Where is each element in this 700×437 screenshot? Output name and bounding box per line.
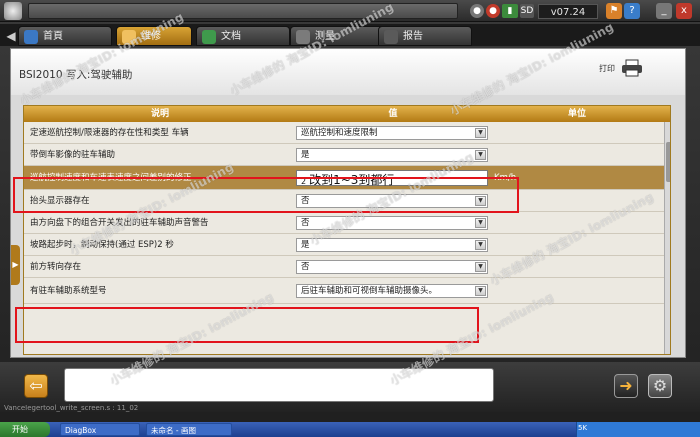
tab-label: 首頁 [43,31,63,42]
side-panel-toggle[interactable]: ▶ [11,245,20,285]
task-paint[interactable]: 未命名 - 画图 [146,423,232,436]
top-bar: ● ● ▮ SD v07.24 ⚑ ? _ x [0,0,700,22]
select-value: 否 [301,262,310,272]
print-label: 打印 [599,64,615,73]
value-select[interactable]: 是 ▼ [296,148,488,162]
table-row: 带倒车影像的驻车辅助 是 ▼ [24,144,664,166]
close-button[interactable]: x [676,3,692,19]
value-select[interactable]: 巡航控制和速度限制 ▼ [296,126,488,140]
help-icon[interactable]: ? [624,3,640,19]
tab-repair[interactable]: 维修 [116,26,192,46]
chevron-down-icon[interactable]: ▼ [475,240,486,250]
next-button[interactable]: ➜ [614,374,638,398]
chevron-down-icon[interactable]: ▼ [475,218,486,228]
select-value: 后驻车辅助和可视倒车辅助摄像头。 [301,286,438,296]
page-header: BSI2010 写入:驾驶辅助 打印 [11,49,685,95]
version-label: v07.24 [538,4,598,19]
header-unit: 单位 [567,109,586,119]
table-row: 有驻车辅助系统型号 后驻车辅助和可视倒车辅助摄像头。 ▼ [24,278,664,304]
record-icon[interactable]: ● [486,4,500,18]
select-value: 巡航控制和速度限制 [301,128,378,138]
scroll-thumb[interactable] [666,142,670,182]
sd-icon: SD [520,4,534,18]
tab-label: 报告 [403,31,423,42]
home-icon [24,30,38,44]
page-title: BSI2010 写入:驾驶辅助 [19,69,133,81]
windows-taskbar: 开始 DiagBox 未命名 - 画图 5K [0,422,700,437]
tab-label: 维修 [141,31,161,42]
tab-label: 文档 [221,31,241,42]
table-scrollbar[interactable] [664,122,670,354]
chevron-down-icon[interactable]: ▼ [475,286,486,296]
table-row: 定速巡航控制/限速器的存在性和类型 车辆 巡航控制和速度限制 ▼ [24,122,664,144]
repair-icon [122,30,136,44]
value-select[interactable]: 否 ▼ [296,260,488,274]
table-row: 坡路起步时，制动保持(通过 ESP)2 秒 是 ▼ [24,234,664,256]
settings-button[interactable]: ⚙ [648,374,672,398]
peugeot-logo-icon [4,2,22,20]
chevron-down-icon[interactable]: ▼ [475,262,486,272]
tab-home[interactable]: 首頁 [18,26,112,46]
row-label: 由方向盘下的组合开关发出的驻车辅助声音警告 [30,218,209,228]
ime-indicator[interactable]: 5K [578,424,587,432]
row-label: 前方转向存在 [30,262,82,272]
chevron-down-icon[interactable]: ▼ [475,128,486,138]
report-icon [384,30,398,44]
highlight-box-parking-assist [15,307,479,343]
table-row: 前方转向存在 否 ▼ [24,256,664,278]
main-panel: ▶ BSI2010 写入:驾驶辅助 打印 说明 值 单位 定速巡航控制/限速器的… [10,48,686,358]
row-label: 有驻车辅助系统型号 [30,286,107,296]
value-select[interactable]: 后驻车辅助和可视倒车辅助摄像头。 ▼ [296,284,488,298]
tab-documents[interactable]: 文档 [196,26,290,46]
row-label: 坡路起步时，制动保持(通过 ESP)2 秒 [30,240,174,250]
value-select[interactable]: 是 ▼ [296,238,488,252]
language-icon[interactable]: ⚑ [606,3,622,19]
value-select[interactable]: 否 ▼ [296,216,488,230]
minimize-button[interactable]: _ [656,3,672,19]
row-label: 带倒车影像的驻车辅助 [30,150,116,160]
back-button[interactable]: ⇦ [24,374,48,398]
tab-measure[interactable]: 测量 [290,26,384,46]
system-tray [576,422,700,437]
title-field [28,3,458,19]
measure-icon [296,30,310,44]
message-area [64,368,494,402]
highlight-box-speed-correction [13,177,519,213]
select-value: 否 [301,218,310,228]
status-line: VanceIegertool_write_screen.s : 11_02 [4,404,139,412]
tab-label: 测量 [315,31,335,42]
battery-icon: ▮ [502,4,518,18]
status-icon[interactable]: ● [470,4,484,18]
header-value: 值 [388,109,398,119]
tab-report[interactable]: 报告 [378,26,472,46]
header-description: 说明 [150,109,169,119]
task-diagbox[interactable]: DiagBox [60,423,140,436]
diagbox-window: ● ● ▮ SD v07.24 ⚑ ? _ x ◀ 首頁 维修 文档 测量 报告 [0,0,700,437]
table-header: 说明 值 单位 [24,106,670,122]
row-label: 定速巡航控制/限速器的存在性和类型 车辆 [30,128,189,138]
printer-icon[interactable] [621,59,643,77]
tab-bar: ◀ 首頁 维修 文档 测量 报告 [0,24,700,46]
chevron-down-icon[interactable]: ▼ [475,150,486,160]
select-value: 是 [301,150,310,160]
select-value: 是 [301,240,310,250]
document-icon [202,30,216,44]
table-row: 由方向盘下的组合开关发出的驻车辅助声音警告 否 ▼ [24,212,664,234]
start-button[interactable]: 开始 [0,422,50,437]
